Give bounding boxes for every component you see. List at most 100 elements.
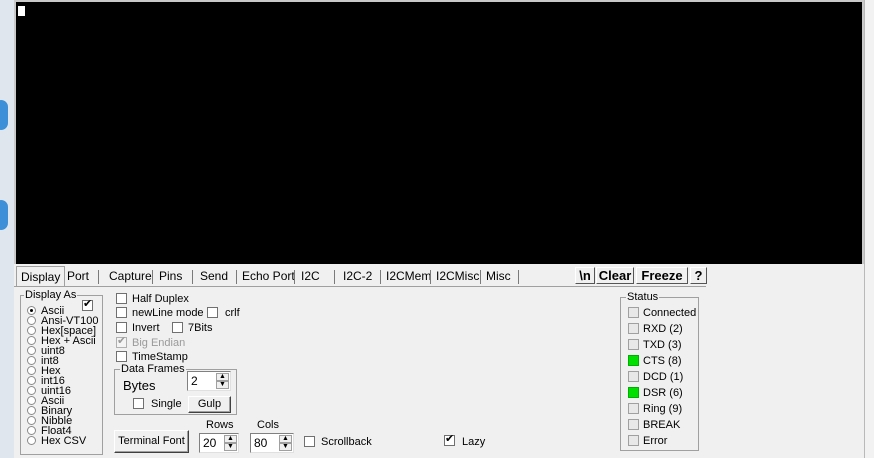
tab-separator (152, 270, 153, 284)
invert-checkbox[interactable] (116, 322, 127, 333)
led-cts-indicator (628, 355, 639, 366)
radio-selected-icon (27, 306, 36, 315)
status-break-label: BREAK (643, 419, 681, 431)
terminal-cursor (18, 6, 25, 16)
radio-icon (27, 376, 36, 385)
half-duplex-checkbox[interactable] (116, 293, 127, 304)
desktop-icon-fragment (0, 100, 8, 130)
tab-separator (294, 270, 295, 284)
freeze-button[interactable]: Freeze (636, 267, 688, 284)
led-error-indicator (628, 435, 639, 446)
scrollback-label: Scrollback (321, 436, 372, 448)
status-cts-label: CTS (8) (643, 355, 682, 367)
tab-capture[interactable]: Capture (105, 266, 156, 286)
bytes-spinner[interactable]: 2 ▲ ▼ (187, 371, 231, 391)
display-as-title: Display As (24, 289, 78, 301)
status-dcd-label: DCD (1) (643, 371, 684, 383)
crlf-checkbox[interactable] (207, 307, 218, 318)
tab-pins[interactable]: Pins (155, 266, 186, 286)
radio-icon (27, 426, 36, 435)
newline-button[interactable]: \n (575, 267, 595, 284)
spinner-up-icon[interactable]: ▲ (224, 435, 237, 443)
desktop-edge-right (864, 0, 874, 458)
tab-separator (380, 270, 381, 284)
tab-display[interactable]: Display (16, 266, 66, 286)
invert-label: Invert (132, 322, 160, 334)
tab-separator (334, 270, 335, 284)
radio-hex-csv[interactable]: Hex CSV (27, 436, 86, 447)
single-label: Single (151, 398, 182, 410)
led-dsr-indicator (628, 387, 639, 398)
big-endian-checkbox: ✔ (116, 335, 127, 348)
single-checkbox[interactable] (133, 398, 144, 409)
checkmark-icon: ✔ (117, 335, 127, 347)
tab-port[interactable]: Port (63, 266, 93, 286)
cols-spinner[interactable]: 80 ▲ ▼ (250, 433, 294, 453)
status-ring-label: Ring (9) (643, 403, 683, 415)
terminal-screen[interactable] (14, 0, 864, 264)
tab-separator (518, 270, 519, 284)
help-button[interactable]: ? (690, 267, 707, 284)
half-duplex-label: Half Duplex (132, 293, 189, 305)
tab-echo-port[interactable]: Echo Port (238, 266, 299, 286)
big-endian-label: Big Endian (132, 337, 186, 349)
spinner-up-icon[interactable]: ▲ (279, 435, 292, 443)
radio-icon (27, 346, 36, 355)
tab-baseline (14, 286, 706, 287)
led-rxd-indicator (628, 323, 639, 334)
radio-icon (27, 366, 36, 375)
spinner-down-icon[interactable]: ▼ (279, 443, 292, 451)
lazy-label: Lazy (462, 436, 486, 448)
status-title: Status (626, 291, 660, 303)
radio-icon (27, 416, 36, 425)
terminal-font-button[interactable]: Terminal Font (114, 430, 189, 453)
tab-misc[interactable]: Misc (482, 266, 515, 286)
display-as-checkbox[interactable]: ✔ (82, 298, 93, 311)
bytes-value: 2 (191, 374, 198, 388)
status-dsr-label: DSR (6) (643, 387, 683, 399)
checkmark-icon: ✔ (445, 433, 455, 445)
tab-separator (480, 270, 481, 284)
led-txd-indicator (628, 339, 639, 350)
scrollback-checkbox[interactable] (304, 436, 315, 447)
radio-icon (27, 356, 36, 365)
tab-separator (98, 270, 99, 284)
tab-separator (236, 270, 237, 284)
radio-icon (27, 336, 36, 345)
clear-button[interactable]: Clear (596, 267, 634, 284)
status-rxd-label: RXD (2) (643, 323, 683, 335)
newline-mode-checkbox[interactable] (116, 307, 127, 318)
tab-separator (192, 270, 193, 284)
lazy-checkbox[interactable]: ✔ (444, 433, 455, 446)
radio-icon (27, 396, 36, 405)
spinner-up-icon[interactable]: ▲ (216, 373, 229, 381)
desktop-icon-fragment (0, 200, 8, 230)
timestamp-checkbox[interactable] (116, 351, 127, 362)
gulp-button[interactable]: Gulp (188, 396, 231, 413)
status-txd-label: TXD (3) (643, 339, 682, 351)
spinner-buttons: ▲ ▼ (224, 435, 237, 451)
cols-label: Cols (257, 419, 280, 431)
tab-i2cmisc[interactable]: I2CMisc (432, 266, 483, 286)
bytes-label: Bytes (123, 378, 156, 393)
crlf-label: crlf (225, 307, 240, 319)
cols-value: 80 (254, 436, 268, 450)
tab-i2c[interactable]: I2C (297, 266, 324, 286)
tab-i2cmem[interactable]: I2CMem (382, 266, 435, 286)
led-break-indicator (628, 419, 639, 430)
tab-send[interactable]: Send (196, 266, 232, 286)
rows-spinner[interactable]: 20 ▲ ▼ (199, 433, 239, 453)
radio-icon (27, 326, 36, 335)
spinner-buttons: ▲ ▼ (216, 373, 229, 389)
led-connected-indicator (628, 307, 639, 318)
7bits-checkbox[interactable] (172, 322, 183, 333)
radio-icon (27, 406, 36, 415)
status-error-label: Error (643, 435, 668, 447)
status-connected-label: Connected (643, 307, 697, 319)
spinner-down-icon[interactable]: ▼ (224, 443, 237, 451)
rows-label: Rows (206, 419, 234, 431)
tab-i2c-2[interactable]: I2C-2 (339, 266, 376, 286)
radio-icon (27, 436, 36, 445)
spinner-down-icon[interactable]: ▼ (216, 381, 229, 389)
spinner-buttons: ▲ ▼ (279, 435, 292, 451)
